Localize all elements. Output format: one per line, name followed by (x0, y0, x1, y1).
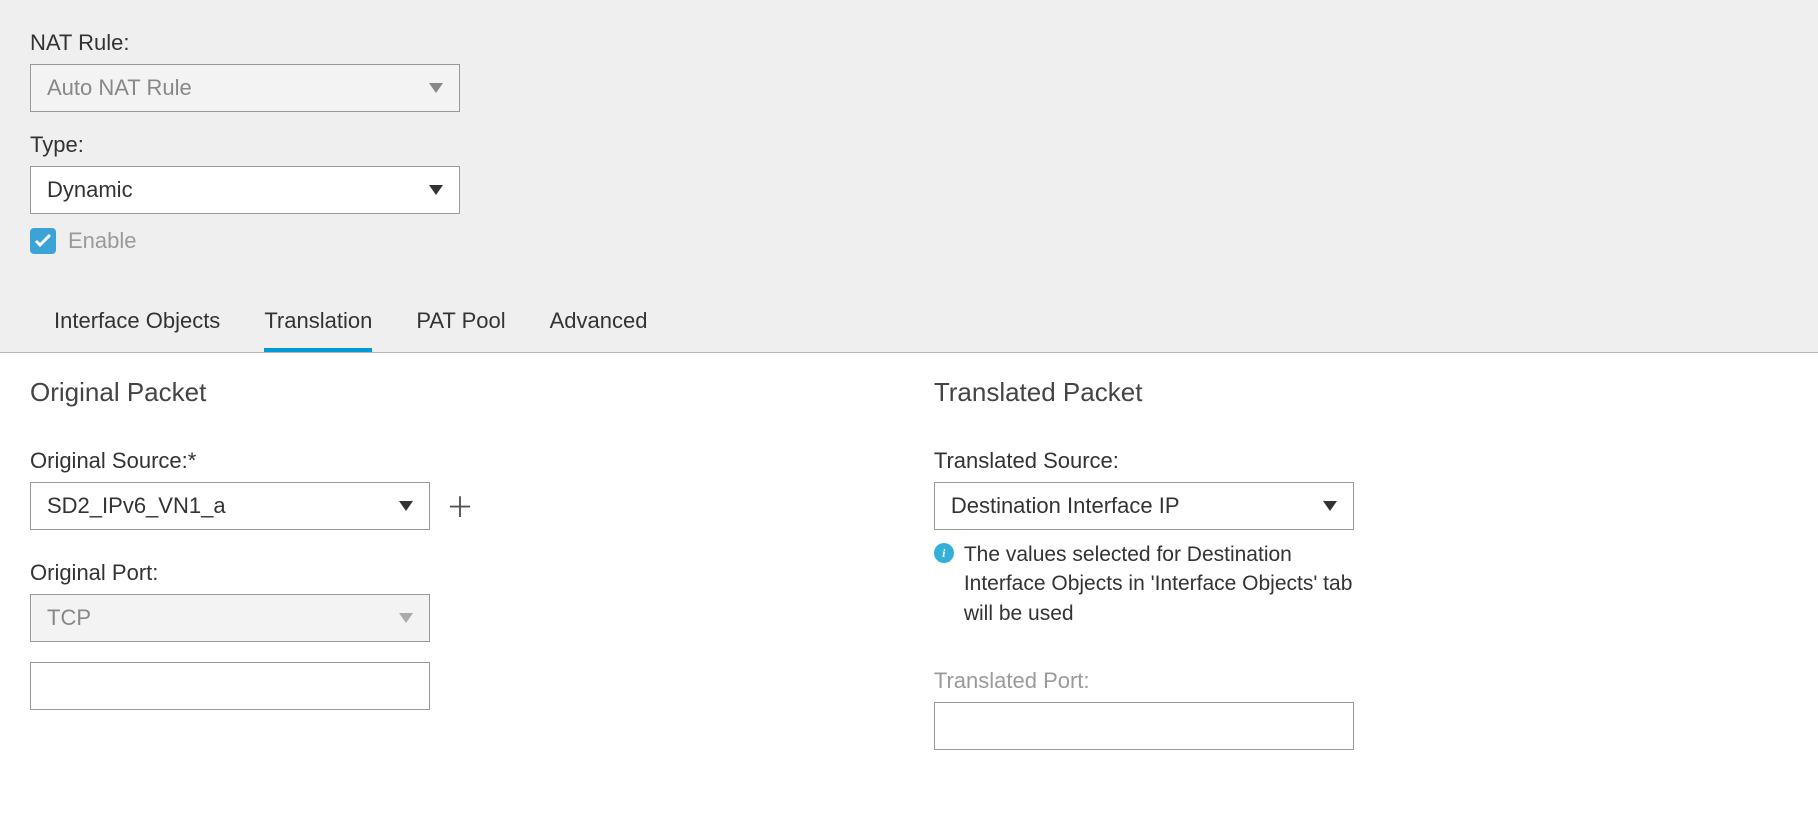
original-packet-title: Original Packet (30, 377, 874, 408)
nat-rule-value: Auto NAT Rule (47, 75, 192, 101)
tab-advanced[interactable]: Advanced (550, 294, 648, 352)
chevron-down-icon (429, 185, 443, 195)
translated-packet-title: Translated Packet (934, 377, 1778, 408)
info-text: The values selected for Destination Inte… (964, 540, 1354, 628)
add-original-source-button[interactable]: ＋ (442, 486, 478, 526)
chevron-down-icon (1323, 501, 1337, 511)
translated-port-input[interactable] (934, 702, 1354, 750)
chevron-down-icon (399, 613, 413, 623)
original-port-input[interactable] (30, 662, 430, 710)
enable-checkbox[interactable] (30, 228, 56, 254)
translated-source-value: Destination Interface IP (951, 493, 1180, 519)
chevron-down-icon (399, 501, 413, 511)
nat-rule-group: NAT Rule: Auto NAT Rule (30, 30, 1788, 112)
nat-rule-select[interactable]: Auto NAT Rule (30, 64, 460, 112)
type-group: Type: Dynamic Enable (30, 132, 1788, 254)
tabs: Interface Objects Translation PAT Pool A… (30, 294, 1788, 352)
translated-source-label: Translated Source: (934, 448, 1778, 474)
original-source-value: SD2_IPv6_VN1_a (47, 493, 226, 519)
tab-translation[interactable]: Translation (264, 294, 372, 352)
original-port-value: TCP (47, 605, 91, 631)
top-section: NAT Rule: Auto NAT Rule Type: Dynamic En… (0, 0, 1818, 353)
translated-port-label: Translated Port: (934, 668, 1778, 694)
original-source-row: SD2_IPv6_VN1_a ＋ (30, 482, 874, 530)
original-source-select[interactable]: SD2_IPv6_VN1_a (30, 482, 430, 530)
original-packet-col: Original Packet Original Source:* SD2_IP… (30, 377, 874, 750)
chevron-down-icon (429, 83, 443, 93)
content: Original Packet Original Source:* SD2_IP… (0, 353, 1818, 774)
original-source-label: Original Source:* (30, 448, 874, 474)
enable-label: Enable (68, 228, 137, 254)
translated-source-select[interactable]: Destination Interface IP (934, 482, 1354, 530)
tab-interface-objects[interactable]: Interface Objects (54, 294, 220, 352)
info-icon: i (934, 543, 954, 563)
original-port-select[interactable]: TCP (30, 594, 430, 642)
tab-pat-pool[interactable]: PAT Pool (416, 294, 505, 352)
type-label: Type: (30, 132, 1788, 158)
translated-packet-col: Translated Packet Translated Source: Des… (934, 377, 1778, 750)
type-value: Dynamic (47, 177, 133, 203)
nat-rule-label: NAT Rule: (30, 30, 1788, 56)
info-row: i The values selected for Destination In… (934, 540, 1354, 628)
type-select[interactable]: Dynamic (30, 166, 460, 214)
original-port-label: Original Port: (30, 560, 874, 586)
enable-row: Enable (30, 228, 1788, 254)
